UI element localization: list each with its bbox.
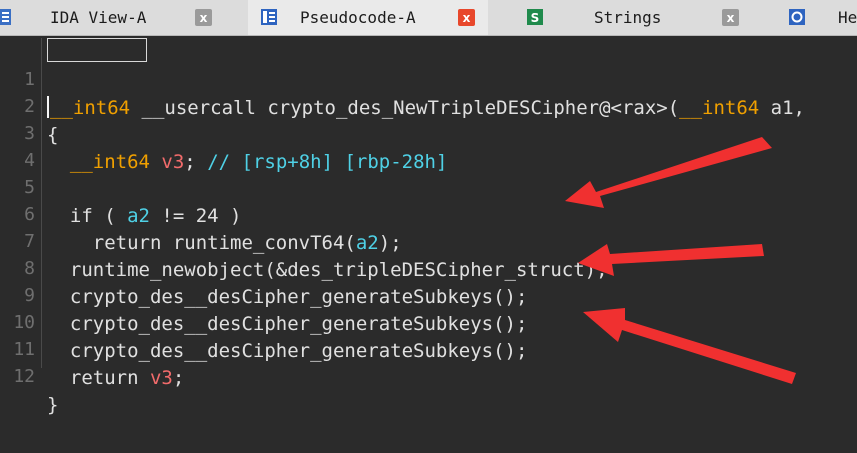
svg-text:S: S [531, 11, 540, 25]
line-number: 12 [13, 366, 35, 387]
window-menu-icon[interactable] [0, 8, 12, 26]
pseudocode-icon [261, 9, 277, 25]
code-line-8[interactable]: 8 crypto_des__desCipher_generateSubkeys(… [0, 227, 857, 308]
code-line-10[interactable]: 10 crypto_des__desCipher_generateSubkeys… [0, 281, 857, 362]
tab-strings[interactable]: S Strings x [504, 0, 764, 35]
code-line-3[interactable]: 3 __int64 v3; // [rsp+8h] [rbp-28h] [0, 92, 857, 173]
tab-label: He [838, 8, 857, 27]
tab-ida-view-a[interactable]: IDA View-A x [32, 0, 232, 35]
code-line-7[interactable]: 7 runtime_newobject(&des_tripleDESCipher… [0, 200, 857, 281]
selection-highlight [47, 38, 147, 62]
tab-label: Strings [594, 8, 662, 27]
strings-icon: S [527, 9, 543, 25]
code-line-6[interactable]: 6 return runtime_convT64(a2); [0, 173, 857, 254]
close-tab-button[interactable]: x [195, 9, 212, 26]
close-tab-button[interactable]: x [458, 9, 475, 26]
tab-hex-view[interactable]: He [780, 0, 857, 35]
code-line-2[interactable]: 2 { [0, 65, 857, 146]
tab-label: IDA View-A [50, 8, 147, 27]
code-line-5[interactable]: 5 if ( a2 != 24 ) [0, 146, 857, 227]
code-fragment[interactable]: ; [173, 367, 184, 389]
local-variable[interactable]: v3 [150, 367, 173, 389]
code-line-9[interactable]: 9 crypto_des__desCipher_generateSubkeys(… [0, 254, 857, 335]
code-line-4[interactable]: 4 [0, 119, 857, 171]
code-text[interactable]: return v3; [47, 364, 184, 392]
close-tab-button[interactable]: x [722, 9, 739, 26]
tab-label: Pseudocode-A [300, 8, 416, 27]
pseudocode-editor[interactable]: 1 __int64 __usercall crypto_des_NewTripl… [0, 36, 857, 453]
code-line-11[interactable]: 11 return v3; [0, 308, 857, 389]
tab-bar: IDA View-A x Pseudocode-A x S Strings x … [0, 0, 857, 36]
tab-pseudocode-a[interactable]: Pseudocode-A x [248, 0, 488, 35]
hex-view-icon [789, 9, 805, 25]
code-text[interactable]: } [47, 391, 58, 419]
code-fragment[interactable]: return [47, 367, 150, 389]
code-line-12[interactable]: 12 } [0, 335, 857, 416]
